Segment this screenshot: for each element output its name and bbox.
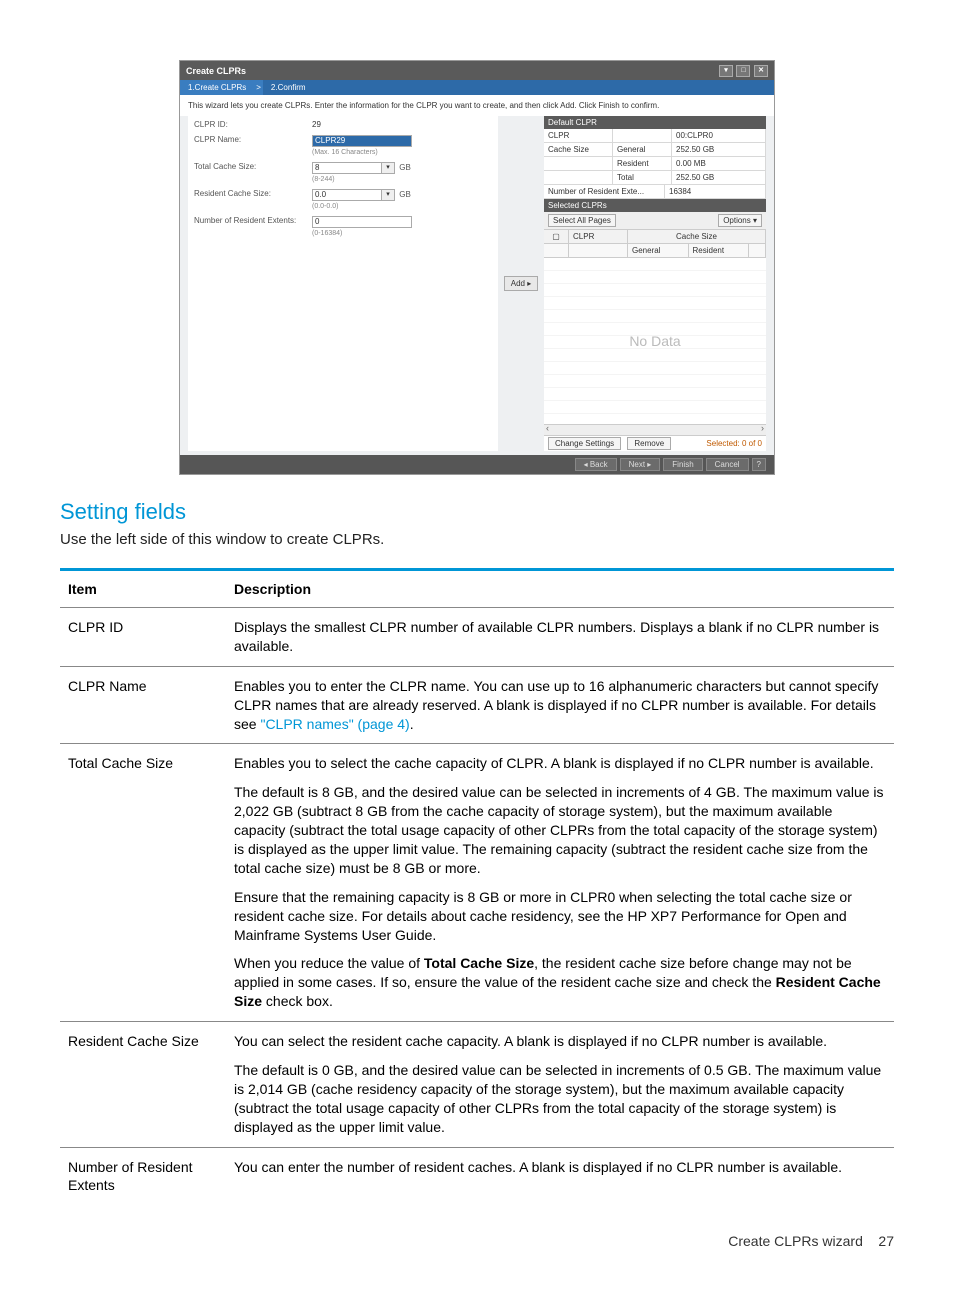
def-resident-value: 0.00 MB	[672, 157, 766, 170]
close-icon[interactable]: ✕	[754, 65, 768, 77]
create-clprs-wizard: Create CLPRs ▾ □ ✕ 1.Create CLPRs > 2.Co…	[179, 60, 775, 475]
table-row: CLPR ID Displays the smallest CLPR numbe…	[60, 608, 894, 667]
item-resident-extents: Number of Resident Extents	[60, 1147, 226, 1205]
wizard-right-panel: Default CLPR CLPR 00:CLPR0 Cache Size Ge…	[544, 116, 766, 451]
resident-extents-label: Number of Resident Extents:	[194, 216, 312, 225]
clpr-names-link[interactable]: "CLPR names" (page 4)	[260, 716, 409, 732]
wizard-form: CLPR ID: 29 CLPR Name: CLPR29 (Max. 16 C…	[188, 116, 498, 451]
default-clpr-grid: CLPR 00:CLPR0 Cache Size General 252.50 …	[544, 129, 766, 199]
clpr-id-value: 29	[312, 120, 494, 129]
footer-label: Create CLPRs wizard	[728, 1233, 863, 1249]
col-clpr: CLPR	[569, 230, 628, 243]
total-cache-unit: GB	[399, 163, 411, 172]
desc-clpr-name: Enables you to enter the CLPR name. You …	[226, 666, 894, 744]
pin-icon[interactable]: ▾	[719, 65, 733, 77]
th-description: Description	[226, 570, 894, 608]
def-resident-label: Resident	[613, 157, 672, 170]
desc-total-cache: Enables you to select the cache capacity…	[226, 744, 894, 1022]
total-cache-input[interactable]: 8	[312, 162, 382, 174]
wizard-description: This wizard lets you create CLPRs. Enter…	[180, 95, 774, 116]
total-cache-label: Total Cache Size:	[194, 162, 312, 171]
window-controls: ▾ □ ✕	[718, 64, 768, 77]
change-settings-button[interactable]: Change Settings	[548, 437, 621, 450]
table-row: Number of Resident Extents You can enter…	[60, 1147, 894, 1205]
wizard-title: Create CLPRs	[186, 66, 246, 76]
resident-extents-hint: (0-16384)	[312, 230, 494, 237]
table-row: Total Cache Size Enables you to select t…	[60, 744, 894, 1022]
item-resident-cache: Resident Cache Size	[60, 1022, 226, 1147]
resident-extents-input[interactable]: 0	[312, 216, 412, 228]
table-row: CLPR Name Enables you to enter the CLPR …	[60, 666, 894, 744]
total-cache-dropdown-icon[interactable]: ▾	[381, 162, 395, 174]
clpr-name-label: CLPR Name:	[194, 135, 312, 144]
clpr-id-label: CLPR ID:	[194, 120, 312, 129]
step-create[interactable]: 1.Create CLPRs	[180, 80, 254, 95]
wizard-footer: ◂ Back Next ▸ Finish Cancel ?	[180, 455, 774, 474]
total-cache-hint: (8-244)	[312, 176, 494, 183]
selected-table-header: ▢ CLPR Cache Size	[544, 230, 766, 244]
horizontal-scrollbar[interactable]	[544, 424, 766, 435]
resident-cache-input[interactable]: 0.0	[312, 189, 382, 201]
remove-button[interactable]: Remove	[627, 437, 671, 450]
def-total-label: Total	[613, 171, 672, 184]
selected-clprs-title: Selected CLPRs	[548, 201, 607, 210]
selected-status: Selected: 0 of 0	[706, 439, 762, 448]
desc-resident-cache: You can select the resident cache capaci…	[226, 1022, 894, 1147]
resident-cache-hint: (0.0-0.0)	[312, 203, 494, 210]
table-row: Resident Cache Size You can select the r…	[60, 1022, 894, 1147]
def-extents-label: Number of Resident Exte...	[544, 185, 665, 198]
add-button[interactable]: Add ▸	[504, 276, 538, 291]
page-footer: Create CLPRs wizard 27	[60, 1233, 894, 1249]
th-item: Item	[60, 570, 226, 608]
def-clpr-value: 00:CLPR0	[672, 129, 766, 142]
resident-cache-unit: GB	[399, 190, 411, 199]
item-clpr-name: CLPR Name	[60, 666, 226, 744]
back-button[interactable]: ◂ Back	[575, 458, 617, 471]
help-button[interactable]: ?	[752, 458, 766, 471]
col-cache: Cache Size	[628, 230, 766, 243]
clpr-name-input[interactable]: CLPR29	[312, 135, 412, 147]
page-number: 27	[878, 1233, 894, 1249]
step-confirm[interactable]: 2.Confirm	[263, 80, 314, 95]
def-total-value: 252.50 GB	[672, 171, 766, 184]
def-extents-value: 16384	[665, 185, 766, 198]
no-data-area: No Data	[544, 258, 766, 424]
desc-clpr-id: Displays the smallest CLPR number of ava…	[226, 608, 894, 667]
def-general-label: General	[613, 143, 672, 156]
def-general-value: 252.50 GB	[672, 143, 766, 156]
no-data-text: No Data	[629, 333, 680, 349]
default-clpr-header: Default CLPR	[544, 116, 766, 129]
select-all-button[interactable]: Select All Pages	[548, 214, 616, 227]
def-clpr-label: CLPR	[544, 129, 613, 142]
next-button[interactable]: Next ▸	[620, 458, 661, 471]
wizard-titlebar: Create CLPRs ▾ □ ✕	[180, 61, 774, 80]
section-heading: Setting fields	[60, 499, 894, 525]
section-description: Use the left side of this window to crea…	[60, 531, 894, 548]
subcol-resident: Resident	[689, 244, 750, 257]
wizard-steps: 1.Create CLPRs > 2.Confirm	[180, 80, 774, 95]
resident-cache-label: Resident Cache Size:	[194, 189, 312, 198]
resident-cache-dropdown-icon[interactable]: ▾	[381, 189, 395, 201]
subcol-general: General	[628, 244, 689, 257]
options-button[interactable]: Options ▾	[718, 214, 762, 227]
checkbox-header[interactable]: ▢	[544, 230, 569, 243]
step-sep: >	[254, 80, 263, 95]
item-total-cache: Total Cache Size	[60, 744, 226, 1022]
def-cache-label: Cache Size	[544, 143, 613, 156]
cancel-button[interactable]: Cancel	[706, 458, 749, 471]
desc-resident-extents: You can enter the number of resident cac…	[226, 1147, 894, 1205]
clpr-name-hint: (Max. 16 Characters)	[312, 149, 494, 156]
finish-button[interactable]: Finish	[663, 458, 702, 471]
item-clpr-id: CLPR ID	[60, 608, 226, 667]
selected-clprs-header: Selected CLPRs	[544, 199, 766, 212]
setting-fields-table: Item Description CLPR ID Displays the sm…	[60, 568, 894, 1205]
maximize-icon[interactable]: □	[736, 65, 750, 77]
